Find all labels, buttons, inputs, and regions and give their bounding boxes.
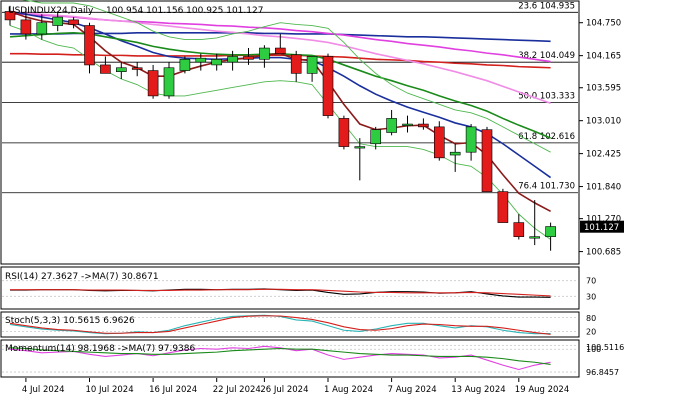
candle-body: [84, 25, 95, 66]
candle-body: [338, 118, 350, 147]
candle-body: [259, 47, 270, 60]
candle-body: [386, 118, 397, 133]
fib-label: 23.6 104.935: [518, 1, 575, 11]
candle-body: [100, 64, 111, 74]
candle-body: [481, 129, 493, 192]
momentum-title: Momentum(14) 98.1968 ->MA(7) 97.9386: [5, 344, 196, 354]
candle-body: [290, 54, 302, 74]
x-tick-label: 22 Jul 2024: [213, 385, 261, 395]
candle-body: [354, 146, 366, 149]
x-tick-label: 16 Jul 2024: [149, 385, 197, 395]
candle-body: [179, 59, 191, 71]
y-tick-label: 103.010: [586, 117, 621, 127]
candle-body: [322, 56, 334, 116]
sub-y-tick-label: 100.5116: [586, 343, 624, 352]
rsi-title: RSI(14) 27.3627 ->MA(7) 30.8671: [5, 272, 159, 282]
fib-label: 38.2 104.049: [518, 51, 575, 61]
candle-body: [449, 151, 461, 156]
candle-body: [306, 56, 318, 74]
sub-y-tick-label: 96.8457: [586, 368, 619, 377]
y-tick-label: 104.750: [586, 19, 621, 29]
sub-y-tick-label: 30: [586, 292, 596, 301]
last-price-label: 101.127: [584, 223, 619, 233]
candle-body: [131, 67, 143, 70]
candle-body: [195, 57, 207, 63]
candle-body: [116, 67, 127, 72]
candle-body: [433, 126, 445, 159]
candle-body: [529, 236, 541, 239]
candle-body: [147, 70, 159, 97]
y-tick-label: 100.685: [586, 248, 621, 258]
x-tick-label: 4 Jul 2024: [22, 385, 65, 395]
sub-y-tick-label: 80: [586, 314, 596, 323]
x-tick-label: 26 Jul 2024: [260, 385, 308, 395]
candle-body: [52, 16, 64, 26]
x-tick-label: 1 Aug 2024: [324, 385, 373, 395]
candle-body: [545, 226, 556, 237]
y-tick-label: 104.165: [586, 52, 621, 62]
x-tick-label: 19 Aug 2024: [515, 385, 569, 395]
stoch-title: Stoch(5,3,3) 10.5615 6.9626: [5, 316, 135, 326]
candle-body: [163, 67, 175, 97]
candle-body: [36, 22, 48, 35]
symbol-label: USDINDUX24,Daily: [8, 6, 94, 16]
candle-body: [68, 19, 79, 25]
y-tick-label: 101.840: [586, 183, 621, 193]
y-tick-label: 102.425: [586, 150, 621, 160]
candle-body: [497, 191, 509, 223]
chart-window: 23.6 104.935 38.2 104.049 50.0 103.333 61.8…: [0, 0, 700, 400]
candle-body: [274, 47, 286, 54]
candle-body: [402, 123, 413, 126]
sub-y-tick-label: 70: [586, 277, 596, 286]
y-tick-label: 103.595: [586, 84, 621, 94]
candle-body: [243, 56, 254, 60]
candle-body: [227, 56, 238, 63]
fib-label: 50.0 103.333: [518, 91, 575, 101]
x-tick-label: 7 Aug 2024: [388, 385, 437, 395]
ohlc-label: 100.954 101.156 100.925 101.127: [106, 6, 263, 16]
x-tick-label: 13 Aug 2024: [451, 385, 505, 395]
candle-body: [211, 59, 222, 66]
sub-y-tick-label: 20: [586, 327, 596, 336]
candle-body: [20, 19, 32, 35]
candle-body: [370, 129, 382, 145]
fib-label: 76.4 101.730: [518, 182, 575, 192]
candle-body: [465, 126, 477, 153]
candle-body: [513, 222, 525, 237]
chart-canvas: 23.6 104.93538.2 104.04950.0 103.33361.8…: [0, 0, 624, 395]
x-tick-label: 10 Jul 2024: [86, 385, 134, 395]
candle-body: [418, 123, 429, 128]
